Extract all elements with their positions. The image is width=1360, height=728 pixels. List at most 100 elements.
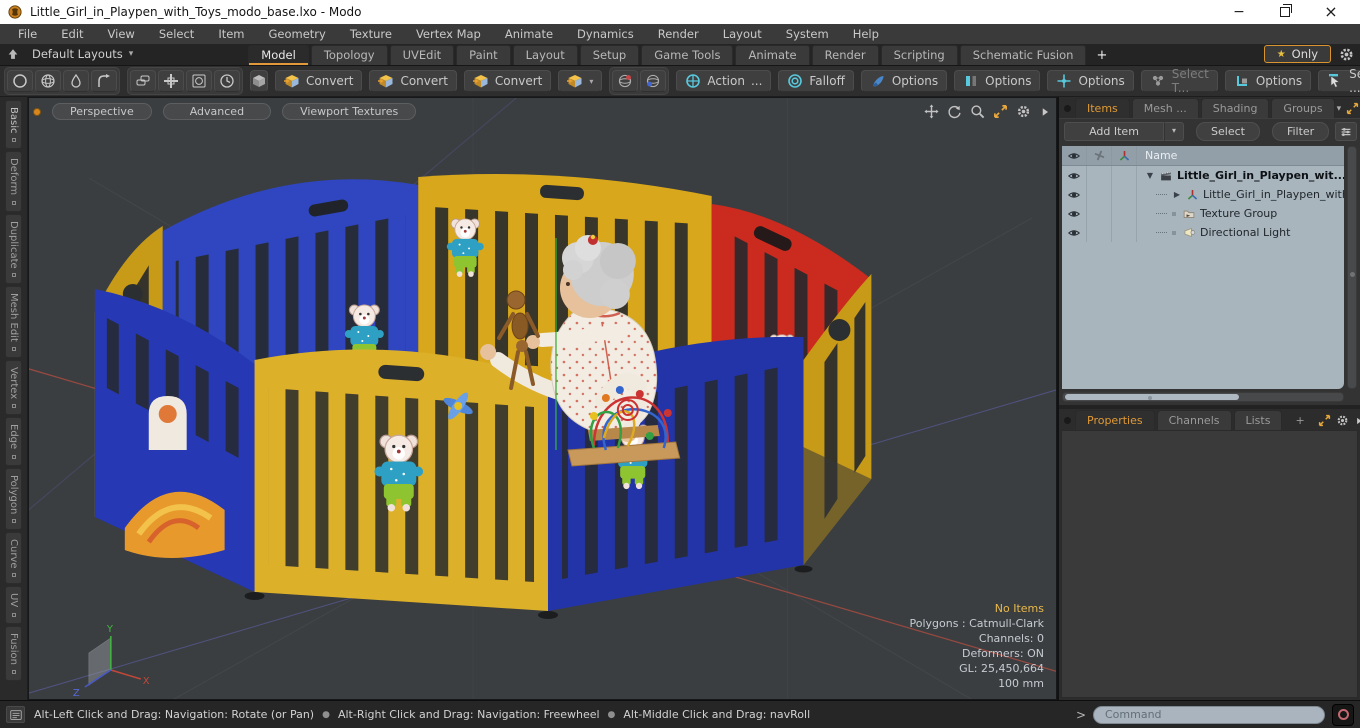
- shading-mode-button[interactable]: Advanced: [162, 103, 272, 120]
- expand-right-icon[interactable]: [1039, 106, 1051, 118]
- layout-tab-setup[interactable]: Setup: [579, 45, 640, 65]
- viewport-textures-button[interactable]: Viewport Textures: [282, 103, 417, 120]
- tab-properties[interactable]: Properties: [1075, 410, 1155, 430]
- collapse-toolbar-button[interactable]: [4, 45, 22, 63]
- left-tab-polygon[interactable]: Polygon: [5, 467, 22, 530]
- workplane-options-button[interactable]: Options: [1224, 70, 1312, 92]
- visibility-toggle[interactable]: [1062, 166, 1087, 185]
- filter-button[interactable]: Filter: [1271, 122, 1330, 141]
- left-tab-basic[interactable]: Basic: [5, 100, 22, 150]
- add-layout-tab-button[interactable]: +: [1088, 48, 1115, 65]
- select-button[interactable]: Select: [1196, 122, 1260, 141]
- tab-items[interactable]: Items: [1075, 98, 1130, 118]
- bend-tool-button[interactable]: [91, 70, 117, 92]
- mesh-tool-button[interactable]: [250, 70, 268, 92]
- perspective-button[interactable]: Perspective: [52, 103, 152, 120]
- viewport-3d[interactable]: Y X Z Perspective Advanced Viewport Text…: [28, 97, 1057, 700]
- time-tool-button[interactable]: [214, 70, 240, 92]
- render-column-header[interactable]: [1087, 146, 1112, 165]
- maximize-icon[interactable]: [1346, 102, 1359, 115]
- mirror-options-button[interactable]: Options: [954, 70, 1041, 92]
- command-input[interactable]: [1093, 705, 1325, 724]
- item-row-scene[interactable]: ▼ Little_Girl_in_Playpen_wit...: [1062, 166, 1344, 185]
- layout-tab-animate[interactable]: Animate: [735, 45, 810, 65]
- tab-groups[interactable]: Groups: [1271, 98, 1335, 118]
- item-row-texture-group[interactable]: Texture Group: [1062, 204, 1344, 223]
- menu-vertex-map[interactable]: Vertex Map: [404, 27, 493, 41]
- expand-right-icon[interactable]: [1354, 416, 1360, 426]
- left-tab-duplicate[interactable]: Duplicate: [5, 213, 22, 285]
- filter-options-button[interactable]: [1335, 122, 1358, 141]
- item-row-mesh[interactable]: ▶Little_Girl_in_Playpen_with_ ...: [1062, 185, 1344, 204]
- expand-arrow-icon[interactable]: ▶: [1172, 190, 1182, 199]
- rotate-icon[interactable]: [947, 104, 962, 119]
- layout-tab-render[interactable]: Render: [811, 45, 879, 65]
- layout-tab-schematic-fusion[interactable]: Schematic Fusion: [959, 45, 1087, 65]
- convert-dropdown-button[interactable]: ▾: [558, 70, 603, 92]
- vertical-scrollbar[interactable]: [1347, 146, 1357, 389]
- tab-shading[interactable]: Shading: [1200, 98, 1270, 118]
- brush-options-button[interactable]: Options: [860, 70, 948, 92]
- layout-tab-scripting[interactable]: Scripting: [880, 45, 958, 65]
- visibility-toggle[interactable]: [1062, 204, 1087, 223]
- menu-render[interactable]: Render: [646, 27, 711, 41]
- symmetry-blue-button[interactable]: [640, 70, 667, 92]
- menu-file[interactable]: File: [6, 27, 49, 41]
- circle-tool-button[interactable]: [7, 70, 33, 92]
- locator-column-header[interactable]: [1112, 146, 1137, 165]
- restore-button[interactable]: [1280, 4, 1292, 17]
- symmetry-red-button[interactable]: [612, 70, 639, 92]
- layout-tab-uvedit[interactable]: UVEdit: [389, 45, 455, 65]
- left-tab-deform[interactable]: Deform: [5, 151, 22, 212]
- add-tab-button[interactable]: +: [1284, 411, 1315, 430]
- viewport-3d-scene[interactable]: Y X Z: [29, 98, 1056, 699]
- macro-record-button[interactable]: [1332, 703, 1354, 726]
- array-tool-button[interactable]: [158, 70, 184, 92]
- left-tab-vertex[interactable]: Vertex: [5, 360, 22, 416]
- panel-corner-button[interactable]: [1064, 417, 1071, 424]
- add-item-dropdown[interactable]: Add Item ▾: [1064, 122, 1185, 141]
- action-center-button[interactable]: Action...: [676, 70, 772, 92]
- left-tab-mesh-edit[interactable]: Mesh Edit: [5, 286, 22, 359]
- menu-view[interactable]: View: [96, 27, 147, 41]
- clone-tool-button[interactable]: [130, 70, 156, 92]
- tab-mesh[interactable]: Mesh ...: [1131, 98, 1199, 118]
- playpen-panel-front-yellow[interactable]: [254, 349, 548, 611]
- tab-channels[interactable]: Channels: [1156, 410, 1232, 430]
- chevron-down-icon[interactable]: ▾: [1337, 104, 1342, 114]
- falloff-button[interactable]: Falloff: [778, 70, 854, 92]
- convert-button-3[interactable]: Convert: [463, 70, 552, 92]
- visibility-toggle[interactable]: [1062, 185, 1087, 204]
- menu-select[interactable]: Select: [147, 27, 206, 41]
- select-through-button[interactable]: Select T...: [1140, 67, 1218, 95]
- visibility-toggle[interactable]: [1062, 223, 1087, 242]
- left-tab-curve[interactable]: Curve: [5, 531, 22, 585]
- item-row-directional-light[interactable]: Directional Light: [1062, 223, 1344, 242]
- menu-item[interactable]: Item: [206, 27, 256, 41]
- zoom-icon[interactable]: [970, 104, 985, 119]
- menu-edit[interactable]: Edit: [49, 27, 95, 41]
- scrollbar-handle[interactable]: [1065, 394, 1239, 400]
- gear-icon[interactable]: [1339, 47, 1354, 62]
- axis-options-button[interactable]: Options: [1047, 70, 1134, 92]
- menu-geometry[interactable]: Geometry: [257, 27, 338, 41]
- name-column-header[interactable]: Name: [1137, 146, 1344, 165]
- convert-button-2[interactable]: Convert: [369, 70, 457, 92]
- gear-icon[interactable]: [1016, 104, 1031, 119]
- teardrop-tool-button[interactable]: [63, 70, 89, 92]
- maximize-icon[interactable]: [1318, 414, 1331, 427]
- horizontal-scrollbar[interactable]: [1062, 392, 1344, 402]
- only-toggle-button[interactable]: ★ Only: [1263, 45, 1331, 63]
- layout-tab-topology[interactable]: Topology: [310, 45, 388, 65]
- menu-animate[interactable]: Animate: [493, 27, 565, 41]
- layout-tab-model[interactable]: Model: [248, 45, 309, 65]
- pan-icon[interactable]: [924, 104, 939, 119]
- minimize-button[interactable]: −: [1232, 5, 1246, 19]
- maximize-icon[interactable]: [993, 104, 1008, 119]
- layout-tab-game-tools[interactable]: Game Tools: [641, 45, 734, 65]
- menu-layout[interactable]: Layout: [711, 27, 774, 41]
- layout-tab-paint[interactable]: Paint: [456, 45, 511, 65]
- radial-tool-button[interactable]: [186, 70, 212, 92]
- gear-icon[interactable]: [1336, 414, 1349, 427]
- menu-texture[interactable]: Texture: [338, 27, 404, 41]
